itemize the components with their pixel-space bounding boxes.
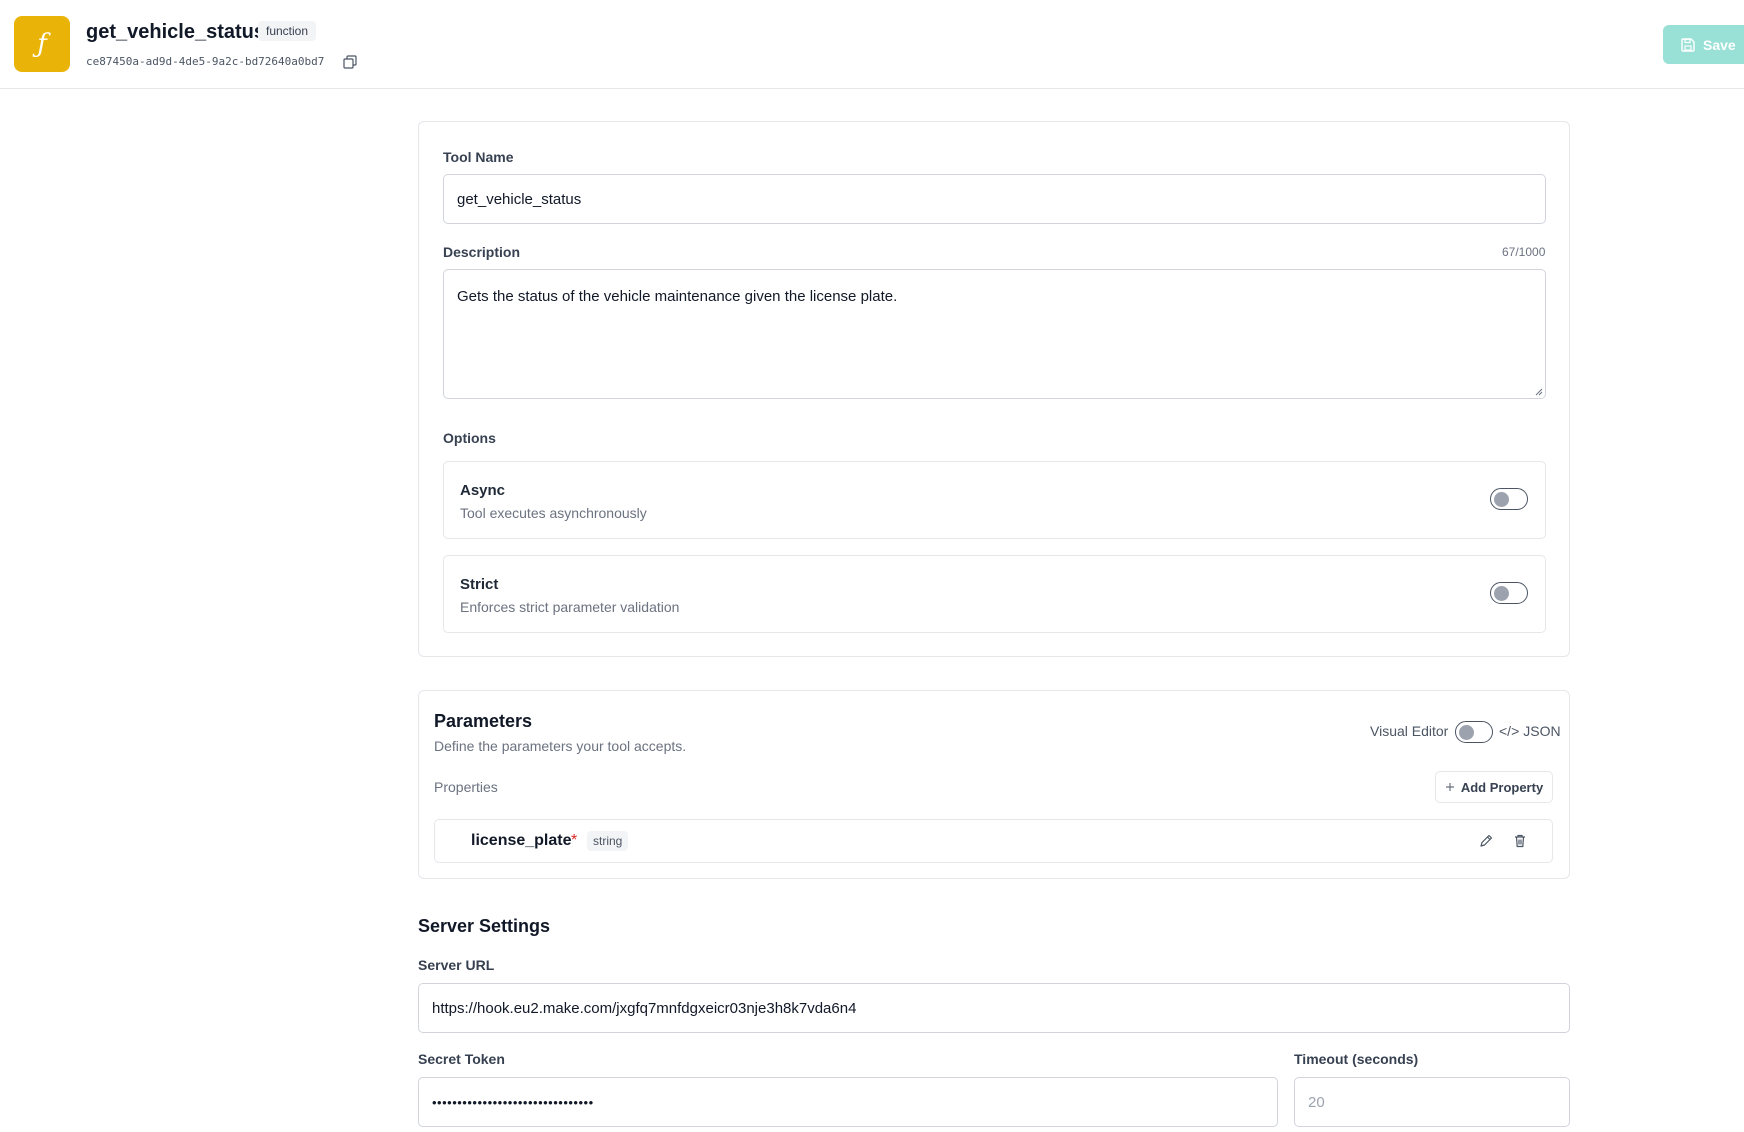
add-property-button[interactable]: Add Property xyxy=(1435,771,1553,803)
options-label: Options xyxy=(443,430,496,446)
code-icon: </> xyxy=(1499,723,1520,739)
option-strict: Strict Enforces strict parameter validat… xyxy=(443,555,1546,633)
description-counter: 67/1000 xyxy=(1502,245,1546,259)
save-icon xyxy=(1681,37,1695,52)
tool-name-label: Tool Name xyxy=(443,149,514,165)
timeout-input[interactable]: 20 xyxy=(1294,1077,1570,1127)
toggle-knob xyxy=(1494,491,1509,507)
server-url-value: https://hook.eu2.make.com/jxgfq7mnfdgxei… xyxy=(432,999,857,1017)
description-label: Description xyxy=(443,244,521,260)
properties-label: Properties xyxy=(434,779,498,795)
tool-name-input[interactable]: get_vehicle_status xyxy=(443,174,1546,224)
async-toggle[interactable] xyxy=(1490,488,1528,510)
json-label-text: JSON xyxy=(1523,723,1561,739)
tool-config-card: Tool Name get_vehicle_status Description… xyxy=(418,121,1570,657)
parameters-card: Parameters Define the parameters your to… xyxy=(418,690,1570,879)
plus-icon xyxy=(1445,783,1454,791)
json-mode-label: </> JSON xyxy=(1499,723,1561,739)
server-url-input[interactable]: https://hook.eu2.make.com/jxgfq7mnfdgxei… xyxy=(418,983,1570,1033)
option-description: Enforces strict parameter validation xyxy=(460,599,680,615)
option-title: Strict xyxy=(460,576,499,593)
parameters-title: Parameters xyxy=(434,711,533,731)
function-icon: ƒ xyxy=(37,29,47,59)
save-button[interactable]: Save xyxy=(1663,25,1744,64)
option-title: Async xyxy=(460,482,506,499)
secret-token-input[interactable]: •••••••••••••••••••••••••••••••• xyxy=(418,1077,1278,1127)
toggle-knob xyxy=(1459,724,1474,740)
timeout-placeholder: 20 xyxy=(1308,1093,1325,1111)
server-settings-title: Server Settings xyxy=(418,916,551,936)
trash-icon[interactable] xyxy=(1512,833,1528,849)
type-badge: function xyxy=(258,21,317,41)
tool-id: ce87450a-ad9d-4de5-9a2c-bd72640a0bd7 xyxy=(86,55,325,68)
visual-editor-label: Visual Editor xyxy=(1370,723,1449,739)
property-row[interactable]: license_plate * string xyxy=(434,819,1553,863)
toggle-knob xyxy=(1494,585,1509,601)
save-label: Save xyxy=(1703,36,1736,53)
secret-token-value: •••••••••••••••••••••••••••••••• xyxy=(432,1094,594,1110)
edit-pencil-icon[interactable] xyxy=(1478,833,1494,849)
tool-name-value: get_vehicle_status xyxy=(457,190,582,208)
editor-mode-toggle[interactable] xyxy=(1455,721,1493,743)
strict-toggle[interactable] xyxy=(1490,582,1528,604)
option-description: Tool executes asynchronously xyxy=(460,505,647,521)
function-logo: ƒ xyxy=(14,16,70,72)
parameters-description: Define the parameters your tool accepts. xyxy=(434,738,687,754)
page-header: ƒ get_vehicle_status function ce87450a-a… xyxy=(0,0,1744,89)
secret-token-label: Secret Token xyxy=(418,1051,505,1067)
tool-title: get_vehicle_status xyxy=(86,21,265,43)
option-async: Async Tool executes asynchronously xyxy=(443,461,1546,539)
add-property-label: Add Property xyxy=(1460,779,1544,795)
property-name: license_plate xyxy=(471,832,572,849)
description-value: Gets the status of the vehicle maintenan… xyxy=(457,288,898,305)
description-textarea[interactable]: Gets the status of the vehicle maintenan… xyxy=(443,269,1546,399)
copy-icon[interactable] xyxy=(343,55,357,69)
required-marker: * xyxy=(571,832,578,849)
timeout-label: Timeout (seconds) xyxy=(1294,1051,1419,1067)
property-type-badge: string xyxy=(587,831,629,851)
server-url-label: Server URL xyxy=(418,957,495,973)
resize-handle-icon[interactable] xyxy=(1535,388,1543,396)
